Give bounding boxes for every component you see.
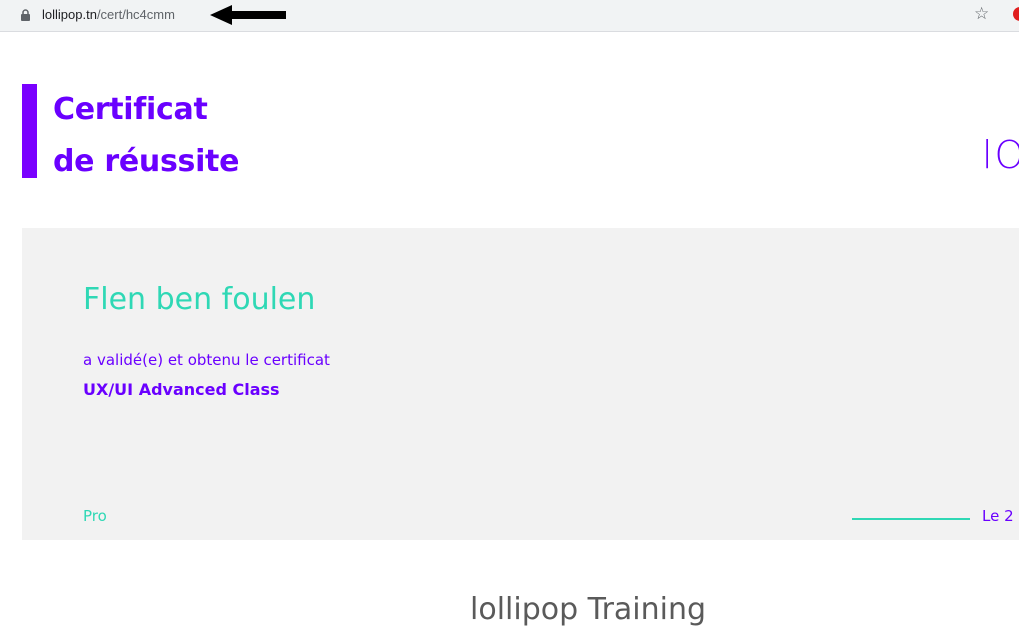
url-host: lollipop.tn <box>42 7 97 22</box>
star-icon[interactable]: ☆ <box>974 4 989 24</box>
date-label: Le 2 <box>982 507 1014 525</box>
certificate-card: Flen ben foulen a validé(e) et obtenu le… <box>22 228 1019 540</box>
course-name: UX/UI Advanced Class <box>83 380 280 399</box>
lock-icon <box>21 9 30 21</box>
title-line-1: Certificat <box>53 92 208 127</box>
footer-partial-text: lollipop Training <box>470 592 707 627</box>
extension-icon[interactable] <box>1013 7 1019 21</box>
recipient-name: Flen ben foulen <box>83 282 316 317</box>
level-label: Pro <box>83 507 107 525</box>
title-accent-bar <box>22 84 37 178</box>
browser-address-bar: lollipop.tn/cert/hc4cmm ☆ <box>0 0 1019 32</box>
url-path: /cert/hc4cmm <box>96 7 175 22</box>
url-field[interactable]: lollipop.tn/cert/hc4cmm <box>42 7 175 23</box>
certificate-title: Certificat de réussite <box>53 84 239 188</box>
validated-text: a validé(e) et obtenu le certificat <box>83 351 330 369</box>
arrow-left-icon <box>210 5 286 25</box>
date-divider-line <box>852 518 970 520</box>
title-line-2: de réussite <box>53 144 240 179</box>
lollipop-logo: lO <box>982 133 1019 177</box>
